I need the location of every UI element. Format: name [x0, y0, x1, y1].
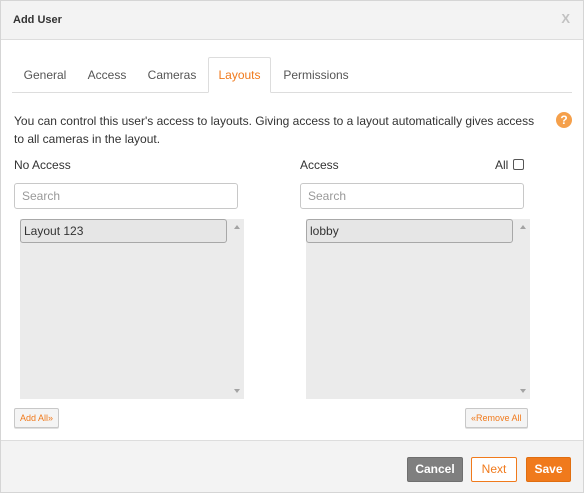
- tab-permissions[interactable]: Permissions: [271, 58, 361, 93]
- dialog-header: Add User X: [1, 1, 583, 40]
- no-access-list[interactable]: Layout 123: [20, 219, 244, 399]
- tab-access[interactable]: Access: [78, 58, 136, 93]
- dialog-footer: Cancel Next Save: [1, 440, 583, 492]
- save-button[interactable]: Save: [526, 457, 571, 482]
- no-access-scrollbar[interactable]: [230, 219, 244, 399]
- scroll-up-icon[interactable]: [234, 225, 240, 229]
- scroll-down-icon[interactable]: [234, 389, 240, 393]
- next-button[interactable]: Next: [471, 457, 517, 482]
- no-access-label: No Access: [14, 158, 71, 172]
- tab-cameras[interactable]: Cameras: [136, 58, 208, 93]
- question-circle-icon[interactable]: ?: [556, 112, 572, 128]
- access-list[interactable]: lobby: [306, 219, 530, 399]
- all-checkbox[interactable]: [513, 159, 524, 170]
- scroll-down-icon[interactable]: [520, 389, 526, 393]
- add-all-button[interactable]: Add All»: [14, 408, 60, 428]
- access-label: Access: [300, 158, 339, 172]
- tab-layouts[interactable]: Layouts: [208, 57, 271, 93]
- access-scrollbar[interactable]: [516, 219, 530, 399]
- scroll-up-icon[interactable]: [520, 225, 526, 229]
- no-access-search-input[interactable]: [14, 183, 238, 209]
- all-label: All: [495, 158, 509, 172]
- dialog-title: Add User: [13, 14, 62, 26]
- add-user-dialog: Add User X General Access Cameras Layout…: [0, 0, 584, 493]
- layouts-description: You can control this user's access to la…: [14, 114, 535, 146]
- cancel-button[interactable]: Cancel: [407, 457, 463, 482]
- tab-general[interactable]: General: [12, 58, 78, 93]
- remove-all-button[interactable]: «Remove All: [465, 408, 528, 428]
- list-item[interactable]: Layout 123: [20, 219, 227, 243]
- close-icon[interactable]: X: [561, 11, 570, 26]
- tab-bar: General Access Cameras Layouts Permissio…: [12, 57, 572, 93]
- access-search-input[interactable]: [300, 183, 524, 209]
- list-item[interactable]: lobby: [306, 219, 513, 243]
